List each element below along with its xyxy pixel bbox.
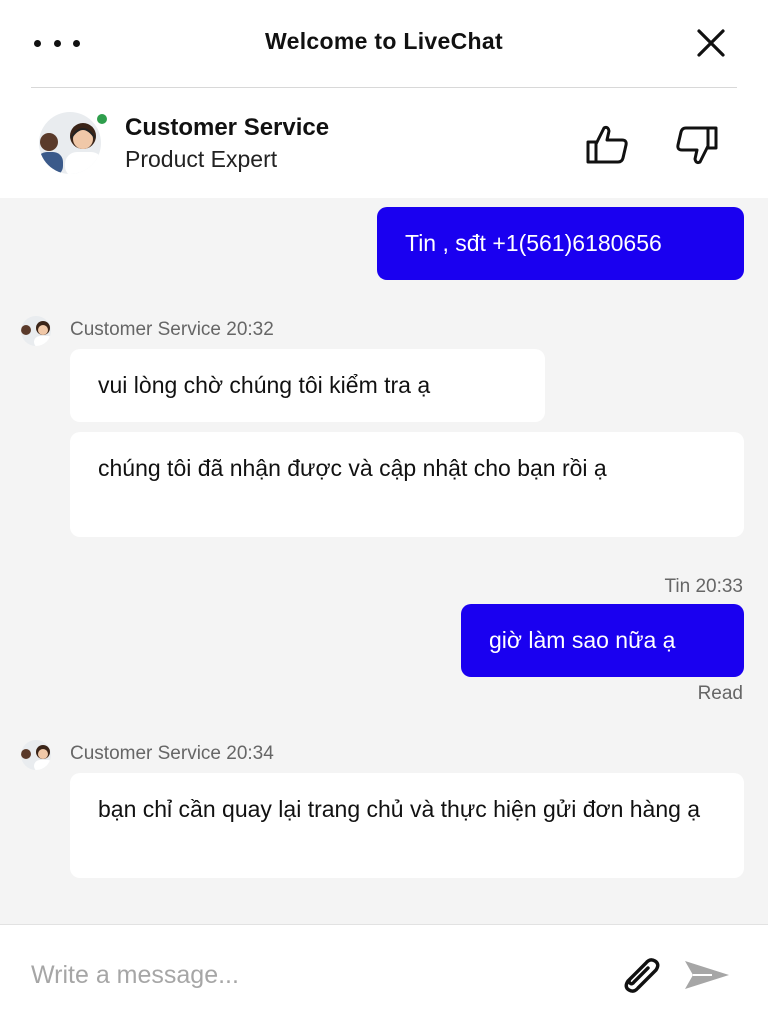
top-bar: Welcome to LiveChat [0,0,768,88]
message-list[interactable]: Tin , sđt +1(561)6180656 Customer Servic… [0,198,768,924]
message-header: Customer Service 20:32 [70,319,274,340]
agent-header: Customer Service Product Expert [0,88,768,198]
thumbs-up-icon[interactable] [584,124,630,166]
online-status-dot [95,112,109,126]
outgoing-message: giờ làm sao nữa ạ [461,604,744,677]
read-receipt: Read [697,683,743,704]
window-title: Welcome to LiveChat [265,28,503,54]
incoming-message: chúng tôi đã nhận được và cập nhật cho b… [70,432,744,537]
avatar [21,316,51,346]
agent-role: Product Expert [125,146,278,172]
thumbs-down-icon[interactable] [674,124,720,166]
avatar [31,112,109,174]
message-input[interactable] [31,955,591,995]
message-header: Tin 20:33 [664,576,743,597]
incoming-message: vui lòng chờ chúng tôi kiểm tra ạ [70,349,545,422]
close-icon[interactable] [694,26,728,60]
send-icon[interactable] [682,955,732,995]
livechat-window: Welcome to LiveChat Customer Service Pro… [0,0,768,1024]
paperclip-icon[interactable] [616,955,664,995]
message-composer [0,924,768,1024]
message-header: Customer Service 20:34 [70,743,274,764]
avatar [21,740,51,770]
agent-name: Customer Service [125,114,330,141]
outgoing-message: Tin , sđt +1(561)6180656 [377,207,744,280]
incoming-message: bạn chỉ cần quay lại trang chủ và thực h… [70,773,744,878]
